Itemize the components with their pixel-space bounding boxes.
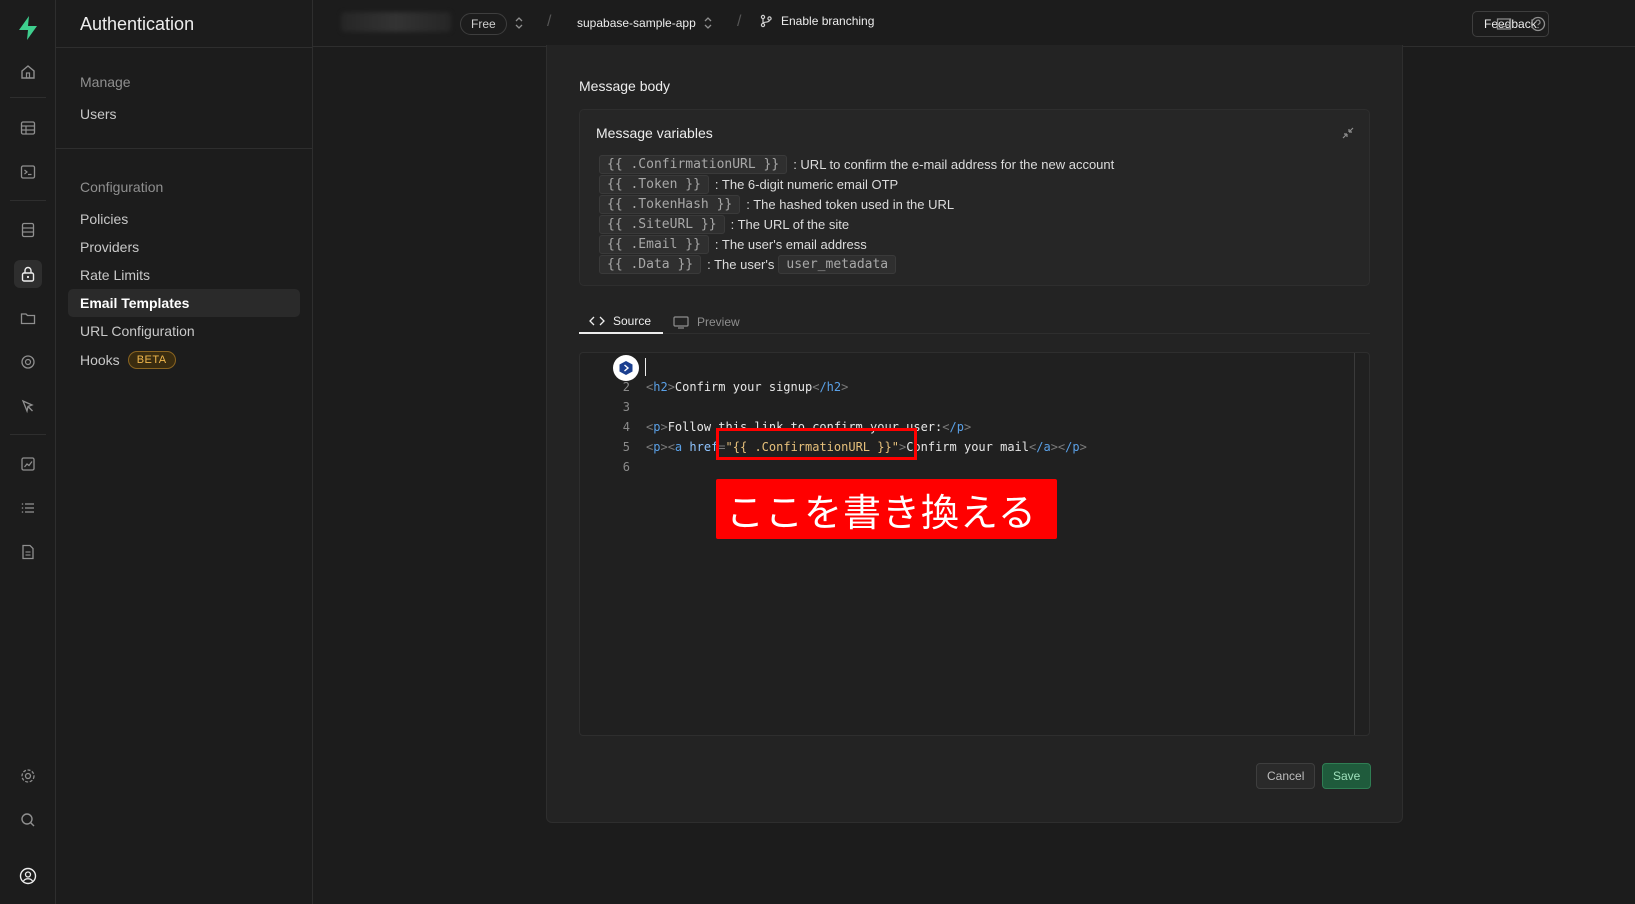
variable-row: {{ .Data }} : The user's user_metadata [599, 254, 897, 274]
variable-row: {{ .Token }} : The 6-digit numeric email … [599, 174, 898, 194]
tab-source[interactable]: Source [579, 310, 663, 334]
annotation-label: ここを書き換える [716, 479, 1057, 539]
tab-preview-label: Preview [697, 315, 740, 329]
variable-code: {{ .TokenHash }} [599, 194, 741, 214]
sidebar-group-manage: Manage [80, 74, 131, 90]
cancel-button[interactable]: Cancel [1256, 763, 1316, 789]
variable-row: {{ .Email }} : The user's email address [599, 234, 867, 254]
variable-code: {{ .Data }} [599, 254, 702, 274]
variable-desc: : URL to confirm the e-mail address for … [793, 156, 1115, 172]
variable-code: {{ .SiteURL }} [599, 214, 725, 234]
line-number: 5 [622, 440, 630, 454]
search-icon[interactable] [14, 806, 42, 834]
storage-icon[interactable] [14, 304, 42, 332]
variable-desc: : The URL of the site [730, 216, 850, 232]
sidebar-item-providers[interactable]: Providers [68, 233, 300, 261]
code-line-2: <h2>Confirm your signup</h2> [646, 380, 849, 394]
auth-sidebar: Authentication Manage Users Configuratio… [56, 0, 313, 904]
top-bar: Free / supabase-sample-app / Enable bran… [313, 0, 1635, 47]
variable-desc: : The 6-digit numeric email OTP [714, 176, 899, 192]
sidebar-title: Authentication [80, 14, 195, 34]
sidebar-item-users[interactable]: Users [68, 100, 300, 128]
tab-preview[interactable]: Preview [673, 310, 740, 334]
enable-branching-button[interactable]: Enable branching [759, 14, 874, 28]
sidebar-item-email-templates[interactable]: Email Templates [68, 289, 300, 317]
sidebar-item-hooks[interactable]: Hooks BETA [68, 346, 300, 374]
project-switcher-chevron-icon[interactable] [702, 15, 714, 31]
main-content: Message body Message variables {{ .Confi… [313, 45, 1635, 904]
monitor-icon [673, 315, 689, 329]
user-avatar-icon[interactable] [14, 862, 42, 890]
line-number: 4 [622, 420, 630, 434]
logs-icon[interactable] [14, 494, 42, 522]
tab-source-label: Source [613, 314, 652, 328]
beta-badge: BETA [127, 351, 176, 369]
sql-editor-icon[interactable] [14, 158, 42, 186]
home-icon[interactable] [14, 58, 42, 86]
variable-code-inline: user_metadata [778, 254, 897, 274]
message-body-heading: Message body [579, 78, 671, 94]
help-icon[interactable] [1529, 15, 1547, 33]
org-switcher-chevron-icon[interactable] [513, 15, 525, 31]
project-name[interactable]: supabase-sample-app [577, 16, 696, 30]
inbox-icon[interactable] [1495, 15, 1513, 33]
settings-gear-icon[interactable] [14, 762, 42, 790]
breadcrumb-separator: / [737, 13, 742, 30]
icon-rail [0, 0, 56, 904]
sidebar-group-configuration: Configuration [80, 179, 164, 195]
editor-tabs: Source Preview [579, 310, 1370, 334]
line-number: 3 [622, 400, 630, 414]
sidebar-item-url-configuration[interactable]: URL Configuration [68, 317, 300, 345]
supabase-logo-icon[interactable] [14, 14, 42, 42]
realtime-icon[interactable] [14, 392, 42, 420]
table-editor-icon[interactable] [14, 114, 42, 142]
variable-desc: : The hashed token used in the URL [746, 196, 955, 212]
message-variables-title: Message variables [596, 125, 713, 141]
variable-row: {{ .SiteURL }} : The URL of the site [599, 214, 849, 234]
app: Authentication Manage Users Configuratio… [0, 0, 1635, 904]
variable-code: {{ .Token }} [599, 174, 709, 194]
text-cursor [645, 358, 646, 376]
line-number: 2 [622, 380, 630, 394]
variable-row: {{ .TokenHash }} : The hashed token used … [599, 194, 954, 214]
enable-branching-label: Enable branching [781, 14, 875, 28]
email-template-card: Message body Message variables {{ .Confi… [546, 45, 1403, 823]
sidebar-item-rate-limits[interactable]: Rate Limits [68, 261, 300, 289]
reports-icon[interactable] [14, 450, 42, 478]
breadcrumb-separator: / [547, 13, 552, 30]
variable-code: {{ .Email }} [599, 234, 709, 254]
annotation-highlight-box [716, 428, 917, 460]
editor-assistant-icon[interactable] [613, 355, 639, 381]
authentication-lock-icon[interactable] [14, 260, 42, 288]
editor-scrollbar[interactable] [1354, 353, 1355, 735]
collapse-icon[interactable] [1341, 126, 1355, 140]
organization-name-blurred[interactable] [341, 12, 451, 32]
variable-row: {{ .ConfirmationURL }} : URL to confirm t… [599, 154, 1114, 174]
save-button[interactable]: Save [1322, 763, 1372, 789]
git-branch-icon [760, 14, 772, 28]
database-icon[interactable] [14, 216, 42, 244]
variable-desc: : The user's [707, 256, 775, 272]
message-variables-panel: Message variables {{ .ConfirmationURL }}… [579, 109, 1370, 286]
line-number: 6 [622, 460, 630, 474]
edge-functions-icon[interactable] [14, 348, 42, 376]
api-docs-icon[interactable] [14, 538, 42, 566]
sidebar-item-policies[interactable]: Policies [68, 205, 300, 233]
variable-code: {{ .ConfirmationURL }} [599, 154, 788, 174]
code-editor[interactable]: 2 3 4 5 6 <h2>Confirm your signup</h2> <… [579, 352, 1370, 736]
sidebar-item-hooks-label: Hooks [80, 352, 120, 368]
plan-badge[interactable]: Free [460, 13, 507, 35]
variable-desc: : The user's email address [714, 236, 867, 252]
code-brackets-icon [589, 316, 605, 326]
